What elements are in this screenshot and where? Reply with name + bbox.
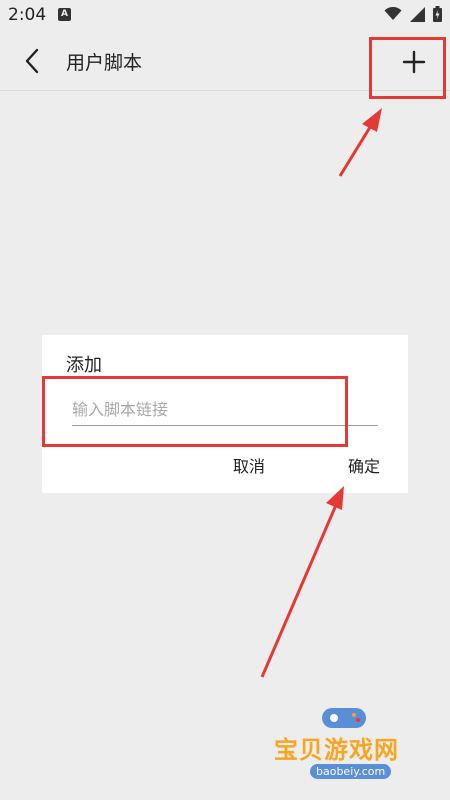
status-bar: 2:04 A: [0, 0, 450, 32]
status-icons: [384, 6, 442, 22]
arrow-to-add-button: [338, 108, 382, 177]
add-dialog: 添加 取消 确定: [42, 335, 408, 493]
wifi-icon: [384, 7, 402, 20]
notification-icon: A: [58, 8, 71, 21]
arrow-to-confirm-button: [260, 486, 344, 678]
app-bar: 用户脚本: [0, 32, 450, 91]
plus-icon: [402, 50, 426, 74]
watermark-brand: 宝贝游戏网: [274, 736, 399, 764]
watermark-url: baobeiy.com: [310, 764, 392, 779]
back-button[interactable]: [16, 45, 48, 77]
dialog-title: 添加: [66, 355, 102, 376]
page-title: 用户脚本: [66, 52, 143, 74]
script-url-input[interactable]: [72, 393, 378, 426]
signal-icon: [410, 6, 425, 22]
battery-icon: [433, 6, 442, 22]
add-script-button[interactable]: [396, 44, 432, 80]
game-controller-icon: [322, 708, 366, 728]
back-arrow-icon: [25, 48, 39, 74]
watermark: 宝贝游戏网 baobeiy.com: [270, 700, 440, 790]
confirm-button[interactable]: 确定: [348, 453, 380, 477]
cancel-button[interactable]: 取消: [233, 453, 265, 477]
status-time: 2:04: [8, 5, 47, 25]
